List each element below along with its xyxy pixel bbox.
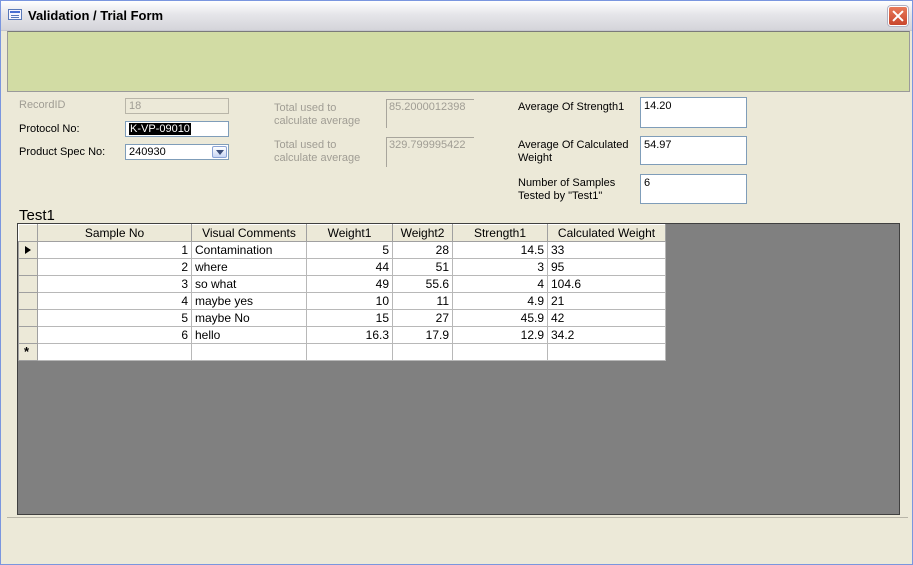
cell-visual-comments[interactable]: maybe yes (191, 292, 307, 310)
num-samples-label-2: Tested by "Test1" (518, 190, 603, 202)
cell-weight1[interactable]: 16.3 (306, 326, 393, 344)
cell-sample-no[interactable] (37, 343, 192, 361)
cell-strength1[interactable]: 4.9 (452, 292, 548, 310)
cell-calculated-weight[interactable]: 33 (547, 241, 666, 259)
cell-sample-no[interactable]: 3 (37, 275, 192, 293)
cell-sample-no[interactable]: 6 (37, 326, 192, 344)
record-id-field: 18 (125, 98, 229, 114)
cell-weight1[interactable]: 44 (306, 258, 393, 276)
row-selector[interactable] (18, 241, 38, 259)
avg-weight-label-1: Average Of Calculated (518, 139, 629, 151)
cell-sample-no[interactable]: 5 (37, 309, 192, 327)
new-record-row[interactable]: * (18, 343, 666, 361)
product-spec-no-label: Product Spec No: (19, 146, 106, 158)
cell-visual-comments[interactable]: where (191, 258, 307, 276)
total-strength-label-1: Total used to (274, 102, 337, 114)
table-row[interactable]: 5 maybe No 15 27 45.9 42 (18, 309, 666, 327)
cell-strength1[interactable]: 12.9 (452, 326, 548, 344)
col-header-weight2[interactable]: Weight2 (392, 224, 453, 242)
cell-weight1[interactable]: 15 (306, 309, 393, 327)
product-spec-no-combo[interactable]: 240930 (125, 144, 229, 160)
table-row[interactable]: 3 so what 49 55.6 4 104.6 (18, 275, 666, 293)
col-header-sample-no[interactable]: Sample No (37, 224, 192, 242)
cell-visual-comments[interactable]: maybe No (191, 309, 307, 327)
total-strength-label-2: calculate average (274, 115, 361, 127)
cell-calculated-weight[interactable]: 21 (547, 292, 666, 310)
cell-weight2[interactable]: 27 (392, 309, 453, 327)
cell-weight2[interactable]: 55.6 (392, 275, 453, 293)
cell-calculated-weight[interactable] (547, 343, 666, 361)
table-row[interactable]: 2 where 44 51 3 95 (18, 258, 666, 276)
col-header-strength1[interactable]: Strength1 (452, 224, 548, 242)
col-header-visual-comments[interactable]: Visual Comments (191, 224, 307, 242)
cell-visual-comments[interactable] (191, 343, 307, 361)
current-record-icon (25, 246, 31, 254)
avg-strength-field[interactable]: 14.20 (640, 97, 747, 128)
protocol-no-value: K-VP-09010 (129, 123, 191, 135)
row-selector[interactable] (18, 326, 38, 344)
form-window: Validation / Trial Form RecordID 18 Prot… (0, 0, 913, 565)
title-bar[interactable]: Validation / Trial Form (1, 1, 912, 31)
cell-sample-no[interactable]: 4 (37, 292, 192, 310)
row-selector[interactable] (18, 309, 38, 327)
total-weight-field: 329.799995422 (386, 137, 474, 167)
total-strength-field: 85.2000012398 (386, 99, 474, 128)
avg-weight-field[interactable]: 54.97 (640, 136, 747, 165)
window-title: Validation / Trial Form (28, 8, 164, 23)
cell-weight1[interactable]: 5 (306, 241, 393, 259)
select-all-cell[interactable] (18, 224, 38, 242)
close-icon[interactable] (888, 6, 908, 26)
cell-calculated-weight[interactable]: 95 (547, 258, 666, 276)
protocol-no-field[interactable]: K-VP-09010 (125, 121, 229, 137)
col-header-calculated-weight[interactable]: Calculated Weight (547, 224, 666, 242)
num-samples-field[interactable]: 6 (640, 174, 747, 204)
table-row[interactable]: 6 hello 16.3 17.9 12.9 34.2 (18, 326, 666, 344)
subform-title: Test1 (19, 207, 55, 224)
cell-visual-comments[interactable]: so what (191, 275, 307, 293)
cell-visual-comments[interactable]: hello (191, 326, 307, 344)
row-selector[interactable] (18, 292, 38, 310)
form-icon (8, 9, 22, 20)
cell-strength1[interactable]: 3 (452, 258, 548, 276)
product-spec-no-value: 240930 (129, 146, 166, 158)
cell-strength1[interactable]: 45.9 (452, 309, 548, 327)
datasheet-table: Sample No Visual Comments Weight1 Weight… (18, 224, 666, 361)
cell-weight2[interactable]: 51 (392, 258, 453, 276)
cell-weight2[interactable]: 11 (392, 292, 453, 310)
cell-weight1[interactable]: 10 (306, 292, 393, 310)
cell-strength1[interactable]: 14.5 (452, 241, 548, 259)
record-id-label: RecordID (19, 99, 66, 111)
num-samples-label-1: Number of Samples (518, 177, 616, 189)
cell-weight2[interactable] (392, 343, 453, 361)
avg-weight-label-2: Weight (518, 152, 553, 164)
table-row[interactable]: 1 Contamination 5 28 14.5 33 (18, 241, 666, 259)
form-footer-divider (7, 517, 908, 518)
table-row[interactable]: 4 maybe yes 10 11 4.9 21 (18, 292, 666, 310)
cell-calculated-weight[interactable]: 104.6 (547, 275, 666, 293)
new-record-icon: * (24, 344, 30, 359)
test1-datasheet: Sample No Visual Comments Weight1 Weight… (17, 223, 900, 515)
row-selector[interactable]: * (18, 343, 38, 361)
cell-weight1[interactable]: 49 (306, 275, 393, 293)
cell-visual-comments[interactable]: Contamination (191, 241, 307, 259)
row-selector[interactable] (18, 275, 38, 293)
cell-sample-no[interactable]: 1 (37, 241, 192, 259)
total-weight-label-1: Total used to (274, 139, 337, 151)
form-header (7, 31, 910, 92)
cell-weight1[interactable] (306, 343, 393, 361)
col-header-weight1[interactable]: Weight1 (306, 224, 393, 242)
cell-weight2[interactable]: 17.9 (392, 326, 453, 344)
avg-strength-label: Average Of Strength1 (518, 101, 625, 113)
cell-strength1[interactable]: 4 (452, 275, 548, 293)
total-weight-label-2: calculate average (274, 152, 361, 164)
protocol-no-label: Protocol No: (19, 123, 80, 135)
cell-weight2[interactable]: 28 (392, 241, 453, 259)
cell-calculated-weight[interactable]: 34.2 (547, 326, 666, 344)
chevron-down-icon[interactable] (212, 146, 227, 158)
cell-strength1[interactable] (452, 343, 548, 361)
cell-sample-no[interactable]: 2 (37, 258, 192, 276)
cell-calculated-weight[interactable]: 42 (547, 309, 666, 327)
row-selector[interactable] (18, 258, 38, 276)
